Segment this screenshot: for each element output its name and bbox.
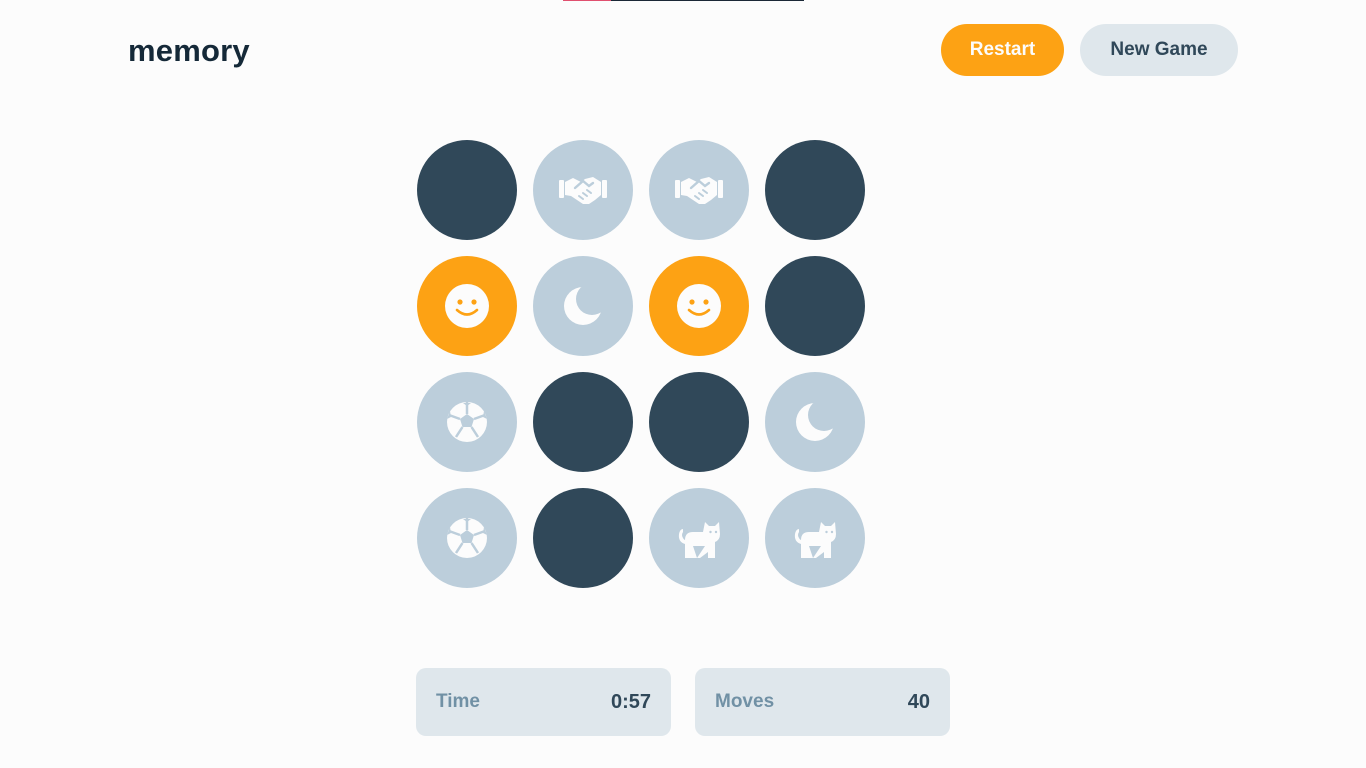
- handshake-icon: [671, 162, 727, 218]
- tile-selected[interactable]: [649, 256, 749, 356]
- restart-button[interactable]: Restart: [941, 24, 1064, 76]
- tile-hidden[interactable]: [533, 488, 633, 588]
- tile-matched[interactable]: [765, 372, 865, 472]
- tile-matched[interactable]: [649, 140, 749, 240]
- cat-icon: [787, 510, 843, 566]
- game-board: [417, 140, 865, 588]
- tile-matched[interactable]: [417, 372, 517, 472]
- smiley-icon: [439, 278, 495, 334]
- new-game-button[interactable]: New Game: [1080, 24, 1238, 76]
- tile-hidden[interactable]: [765, 256, 865, 356]
- cat-icon: [671, 510, 727, 566]
- tile-matched[interactable]: [765, 488, 865, 588]
- top-progress-fill: [563, 0, 612, 1]
- moves-value: 40: [907, 690, 930, 713]
- tile-hidden[interactable]: [417, 140, 517, 240]
- app-logo: memory: [128, 33, 250, 68]
- tile-matched[interactable]: [417, 488, 517, 588]
- tile-hidden[interactable]: [649, 372, 749, 472]
- moves-stat: Moves 40: [695, 668, 950, 736]
- smiley-icon: [671, 278, 727, 334]
- handshake-icon: [555, 162, 611, 218]
- soccer-ball-icon: [439, 510, 495, 566]
- moves-label: Moves: [715, 691, 775, 712]
- time-stat: Time 0:57: [416, 668, 671, 736]
- soccer-ball-icon: [439, 394, 495, 450]
- moon-icon: [555, 278, 611, 334]
- tile-matched[interactable]: [533, 140, 633, 240]
- moon-icon: [787, 394, 843, 450]
- top-progress-bar: [563, 0, 804, 1]
- tile-hidden[interactable]: [533, 372, 633, 472]
- tile-matched[interactable]: [649, 488, 749, 588]
- time-label: Time: [436, 691, 481, 712]
- tile-matched[interactable]: [533, 256, 633, 356]
- time-value: 0:57: [610, 690, 651, 713]
- tile-hidden[interactable]: [765, 140, 865, 240]
- tile-selected[interactable]: [417, 256, 517, 356]
